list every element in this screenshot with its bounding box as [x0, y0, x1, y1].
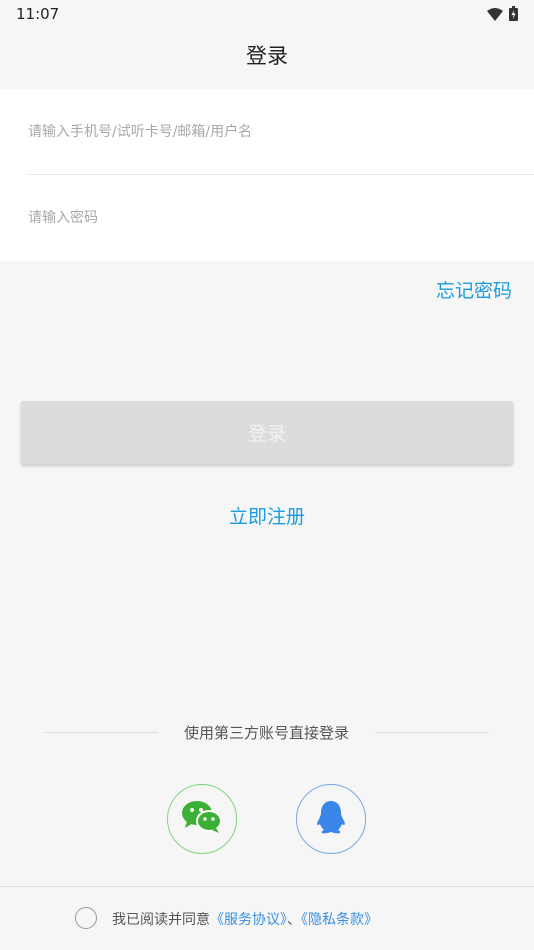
battery-icon [509, 6, 518, 25]
divider-right [375, 732, 489, 733]
agreement-text: 我已阅读并同意《服务协议》、《隐私条款》 [112, 909, 378, 929]
agreement-bar: 我已阅读并同意《服务协议》、《隐私条款》 [0, 886, 534, 950]
status-time: 11:07 [16, 5, 60, 23]
login-form [0, 89, 534, 261]
wifi-icon [487, 6, 503, 25]
agree-checkbox[interactable] [75, 907, 97, 929]
register-link[interactable]: 立即注册 [0, 502, 534, 529]
wechat-login-button[interactable] [167, 784, 237, 854]
status-icons [487, 6, 518, 25]
agreement-separator: 、 [287, 912, 301, 928]
account-input[interactable] [28, 121, 506, 143]
privacy-policy-link[interactable]: 《隐私条款》 [301, 912, 378, 928]
field-divider [28, 174, 534, 175]
divider-left [44, 732, 158, 733]
third-party-label: 使用第三方账号直接登录 [183, 724, 349, 742]
status-bar: 11:07 [0, 0, 534, 28]
forgot-password-link[interactable]: 忘记密码 [436, 276, 512, 303]
login-button[interactable]: 登录 [21, 401, 513, 464]
qq-icon [315, 800, 347, 838]
service-agreement-link[interactable]: 《服务协议》 [210, 912, 287, 928]
password-input[interactable] [28, 207, 506, 229]
wechat-icon [181, 799, 223, 839]
page-title: 登录 [246, 44, 288, 68]
qq-login-button[interactable] [296, 784, 366, 854]
agreement-prefix: 我已阅读并同意 [112, 912, 210, 928]
